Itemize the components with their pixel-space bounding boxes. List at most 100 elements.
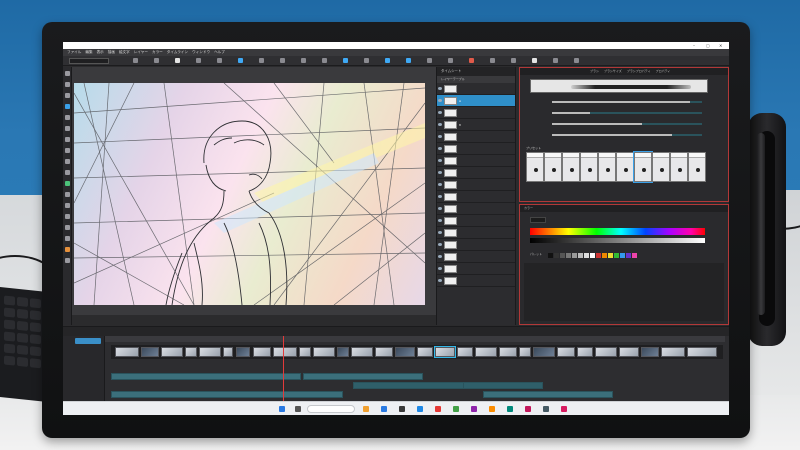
timeline-frame[interactable]	[641, 347, 659, 357]
layer-eye-icon[interactable]	[438, 195, 442, 198]
taskbar-app-icon[interactable]	[381, 406, 387, 412]
layer-row[interactable]: A	[437, 95, 515, 107]
taskbar-app-icon[interactable]	[561, 406, 567, 412]
palette-swatch[interactable]	[572, 253, 577, 258]
timeline-frame[interactable]	[434, 346, 456, 358]
brush-preset[interactable]	[562, 152, 580, 182]
timeline-frame[interactable]	[313, 347, 335, 357]
brush-panel-tab[interactable]: ブラシプロパティ	[627, 69, 651, 73]
eraser-icon[interactable]	[65, 137, 70, 142]
eraser-icon[interactable]	[217, 58, 222, 63]
timeline-frame[interactable]	[557, 347, 575, 357]
layer-eye-icon[interactable]	[438, 207, 442, 210]
timeline-frame[interactable]	[499, 347, 517, 357]
settings-icon[interactable]	[532, 58, 537, 63]
timeline-frame[interactable]	[337, 347, 349, 357]
timeline-frame[interactable]	[519, 347, 531, 357]
brush-icon[interactable]	[65, 115, 70, 120]
palette-swatch[interactable]	[632, 253, 637, 258]
layer-eye-icon[interactable]	[438, 123, 442, 126]
timeline-clip[interactable]	[463, 382, 543, 389]
brush-preset[interactable]	[544, 152, 562, 182]
layer-row[interactable]	[437, 239, 515, 251]
layer-eye-icon[interactable]	[438, 111, 442, 114]
layer-row[interactable]: B	[437, 119, 515, 131]
timeline-frame[interactable]	[457, 347, 473, 357]
menu-item[interactable]: 絵文字	[119, 50, 130, 54]
layer-row[interactable]	[437, 203, 515, 215]
menu-item[interactable]: ヘルプ	[214, 50, 225, 54]
brush-slider[interactable]	[530, 133, 710, 137]
redo-icon[interactable]	[154, 58, 159, 63]
timeline-frame[interactable]	[375, 347, 393, 357]
timeline-frame[interactable]	[619, 347, 639, 357]
layer-eye-icon[interactable]	[438, 243, 442, 246]
palette-swatch[interactable]	[554, 253, 559, 258]
brush-preset[interactable]	[633, 151, 653, 183]
info-icon[interactable]	[574, 58, 579, 63]
timeline-frame[interactable]	[661, 347, 685, 357]
menu-item[interactable]: 描画	[108, 50, 115, 54]
brush-preset[interactable]	[580, 152, 598, 182]
layer-row[interactable]	[437, 251, 515, 263]
timeline-frame[interactable]	[533, 347, 555, 357]
lasso-icon[interactable]	[65, 82, 70, 87]
palette-swatch[interactable]	[620, 253, 625, 258]
brush-preset[interactable]	[670, 152, 688, 182]
close-icon[interactable]: ✕	[719, 42, 722, 49]
layer-row[interactable]	[437, 275, 515, 287]
transform-icon[interactable]	[65, 258, 70, 263]
taskbar-app-icon[interactable]	[489, 406, 495, 412]
minimize-icon[interactable]: –	[693, 42, 695, 49]
timeline-frame[interactable]	[417, 347, 433, 357]
layer-icon[interactable]	[385, 58, 390, 63]
brush-icon[interactable]	[196, 58, 201, 63]
current-color-swatch[interactable]	[530, 217, 546, 223]
brush-preset[interactable]	[652, 152, 670, 182]
menu-item[interactable]: レイヤー	[134, 50, 148, 54]
layer-row[interactable]	[437, 155, 515, 167]
brush-slider[interactable]	[530, 100, 710, 104]
layer-row[interactable]	[437, 179, 515, 191]
timeline-frame[interactable]	[395, 347, 415, 357]
windows-start-icon[interactable]	[279, 406, 285, 412]
palette-swatch[interactable]	[602, 253, 607, 258]
zoom-icon[interactable]	[65, 203, 70, 208]
brush-slider[interactable]	[530, 122, 710, 126]
greyscale-bar[interactable]	[530, 238, 705, 243]
brush-preset[interactable]	[688, 152, 706, 182]
palette-swatch[interactable]	[590, 253, 595, 258]
palette-swatch[interactable]	[584, 253, 589, 258]
menu-item[interactable]: タイムライン	[167, 50, 188, 54]
layer-row[interactable]	[437, 263, 515, 275]
menu-item[interactable]: カラー	[152, 50, 163, 54]
taskbar-app-icon[interactable]	[453, 406, 459, 412]
layer-row[interactable]	[437, 83, 515, 95]
layer-row[interactable]	[437, 107, 515, 119]
taskbar-app-icon[interactable]	[471, 406, 477, 412]
layer-panel-tab[interactable]: レイヤーテーブル	[437, 76, 515, 83]
brush-preset[interactable]	[598, 152, 616, 182]
fill-icon[interactable]	[238, 58, 243, 63]
taskbar-app-icon[interactable]	[399, 406, 405, 412]
brush-slider[interactable]	[530, 111, 710, 115]
pen-icon[interactable]	[175, 58, 180, 63]
search-icon[interactable]	[295, 406, 301, 412]
play-icon[interactable]	[490, 58, 495, 63]
timeline-frame[interactable]	[253, 347, 271, 357]
ruler-icon[interactable]	[364, 58, 369, 63]
taskbar-search[interactable]	[307, 405, 355, 413]
timeline-frame[interactable]	[687, 347, 717, 357]
layer-eye-icon[interactable]	[438, 231, 442, 234]
zoom-icon[interactable]	[301, 58, 306, 63]
layer-row[interactable]	[437, 215, 515, 227]
drawing-canvas[interactable]	[74, 83, 425, 305]
rotate-icon[interactable]	[65, 225, 70, 230]
timeline-playhead[interactable]	[283, 336, 284, 402]
palette-swatch[interactable]	[560, 253, 565, 258]
menu-item[interactable]: ファイル	[67, 50, 81, 54]
layer-row[interactable]	[437, 191, 515, 203]
brush-panel-tab[interactable]: ブラシ	[590, 69, 599, 73]
layer-eye-icon[interactable]	[438, 219, 442, 222]
timeline-clip[interactable]	[111, 373, 301, 380]
